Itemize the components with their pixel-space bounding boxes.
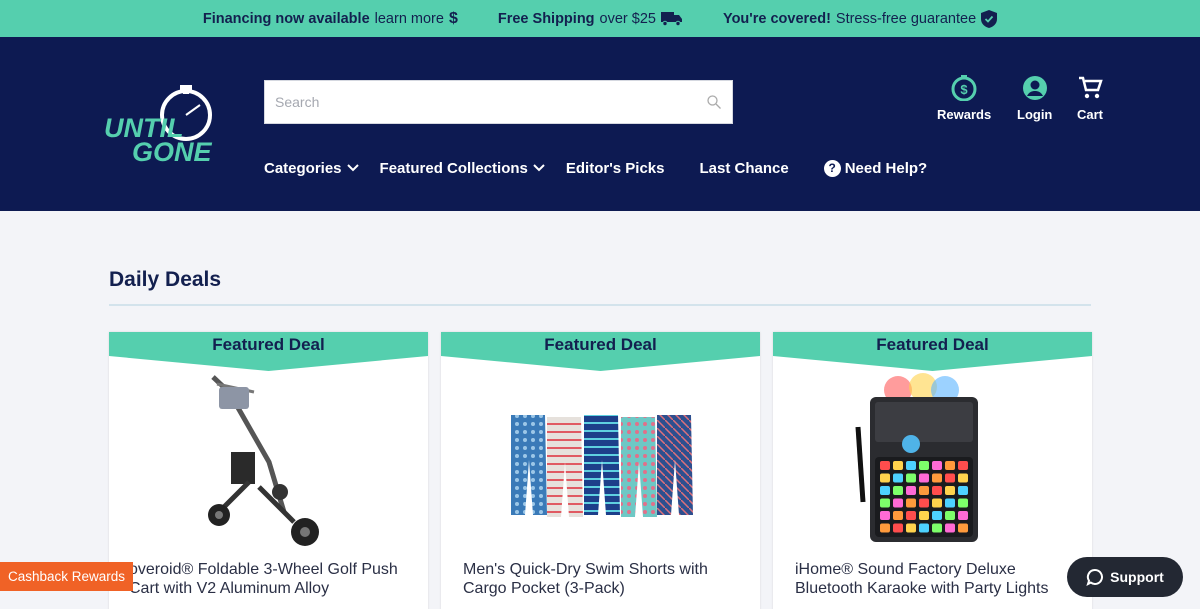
- featured-deal-label: Featured Deal: [876, 335, 989, 354]
- help-icon: ?: [823, 159, 841, 177]
- promo-financing-bold: Financing now available: [202, 10, 370, 27]
- product-title[interactable]: Men's Quick-Dry Swim Shorts with Cargo P…: [463, 560, 753, 598]
- promo-financing[interactable]: Financing now available learn more $: [203, 10, 458, 28]
- shield-icon: [981, 9, 998, 28]
- nav-categories-label: Categories: [264, 159, 342, 177]
- rewards-label: Rewards: [937, 107, 992, 122]
- deal-card[interactable]: Featured Deal iHome® Sound Factory Delux…: [773, 332, 1092, 609]
- nav-categories[interactable]: Categories: [264, 160, 360, 177]
- promo-shipping-bold: Free Shipping: [497, 10, 595, 27]
- nav-last-chance-label: Last Chance: [699, 159, 789, 177]
- site-header: UNTIL GONE Categories Featured Collectio…: [0, 37, 1200, 211]
- nav-last-chance[interactable]: Last Chance: [700, 160, 789, 177]
- chevron-down-icon: [533, 164, 545, 172]
- support-button[interactable]: Support: [1067, 557, 1183, 597]
- user-icon: [1022, 76, 1047, 100]
- cart-link[interactable]: Cart: [1077, 75, 1103, 122]
- support-label: Support: [1110, 569, 1164, 585]
- chevron-down-icon: [346, 164, 359, 172]
- nav-featured-label: Featured Collections: [379, 159, 528, 177]
- featured-deal-ribbon: Featured Deal: [773, 332, 1092, 372]
- swim-shorts-image[interactable]: [441, 372, 760, 562]
- nav-help-label: Need Help?: [844, 159, 928, 177]
- promo-financing-link[interactable]: learn more: [375, 11, 444, 27]
- cart-label: Cart: [1077, 107, 1104, 122]
- deal-card[interactable]: Featured Deal Men's Quick-Dry Swim Short…: [441, 332, 760, 609]
- nav-editors-label: Editor's Picks: [565, 159, 665, 177]
- promo-bar: Financing now available learn more $ Fre…: [0, 0, 1200, 37]
- login-link[interactable]: Login: [1017, 75, 1052, 122]
- search-box: [264, 80, 733, 124]
- promo-guarantee-rest: Stress-free guarantee: [835, 10, 977, 27]
- cashback-rewards-button[interactable]: Cashback Rewards: [0, 562, 134, 591]
- nav-featured-collections[interactable]: Featured Collections: [380, 160, 546, 177]
- nav-editors-picks[interactable]: Editor's Picks: [566, 160, 665, 177]
- deal-card[interactable]: Featured Deal overoid® Foldable 3-Wheel …: [109, 332, 428, 609]
- svg-text:$: $: [960, 82, 968, 97]
- rewards-icon: $: [951, 75, 977, 101]
- search-input[interactable]: [275, 94, 706, 110]
- product-title[interactable]: iHome® Sound Factory Deluxe Bluetooth Ka…: [795, 560, 1085, 598]
- featured-deal-label: Featured Deal: [544, 335, 657, 354]
- promo-shipping: Free Shipping over $25: [498, 11, 683, 27]
- featured-deal-ribbon: Featured Deal: [441, 332, 760, 372]
- svg-text:GONE: GONE: [132, 137, 213, 165]
- rewards-link[interactable]: $ Rewards: [937, 75, 991, 122]
- section-divider: [109, 304, 1091, 306]
- promo-guarantee-bold: You're covered!: [722, 10, 831, 27]
- search-icon[interactable]: [706, 94, 722, 110]
- golf-push-cart-image[interactable]: [109, 372, 428, 562]
- dollar-icon: $: [448, 9, 458, 27]
- chat-bubble-icon: [1086, 568, 1104, 586]
- until-gone-logo[interactable]: UNTIL GONE: [104, 85, 244, 165]
- cart-icon: [1079, 76, 1103, 99]
- daily-deals-heading: Daily Deals: [109, 268, 222, 291]
- nav-need-help[interactable]: ? Need Help?: [823, 159, 928, 177]
- main-nav: Categories Featured Collections Editor's…: [264, 157, 927, 179]
- featured-deal-ribbon: Featured Deal: [109, 332, 428, 372]
- promo-shipping-rest: over $25: [599, 10, 656, 27]
- featured-deal-label: Featured Deal: [212, 335, 325, 354]
- truck-icon: [660, 12, 682, 26]
- login-label: Login: [1017, 107, 1053, 122]
- product-title[interactable]: overoid® Foldable 3-Wheel Golf Push Cart…: [129, 560, 419, 598]
- karaoke-machine-image[interactable]: [773, 372, 1092, 562]
- promo-guarantee: You're covered! Stress-free guarantee: [722, 9, 998, 28]
